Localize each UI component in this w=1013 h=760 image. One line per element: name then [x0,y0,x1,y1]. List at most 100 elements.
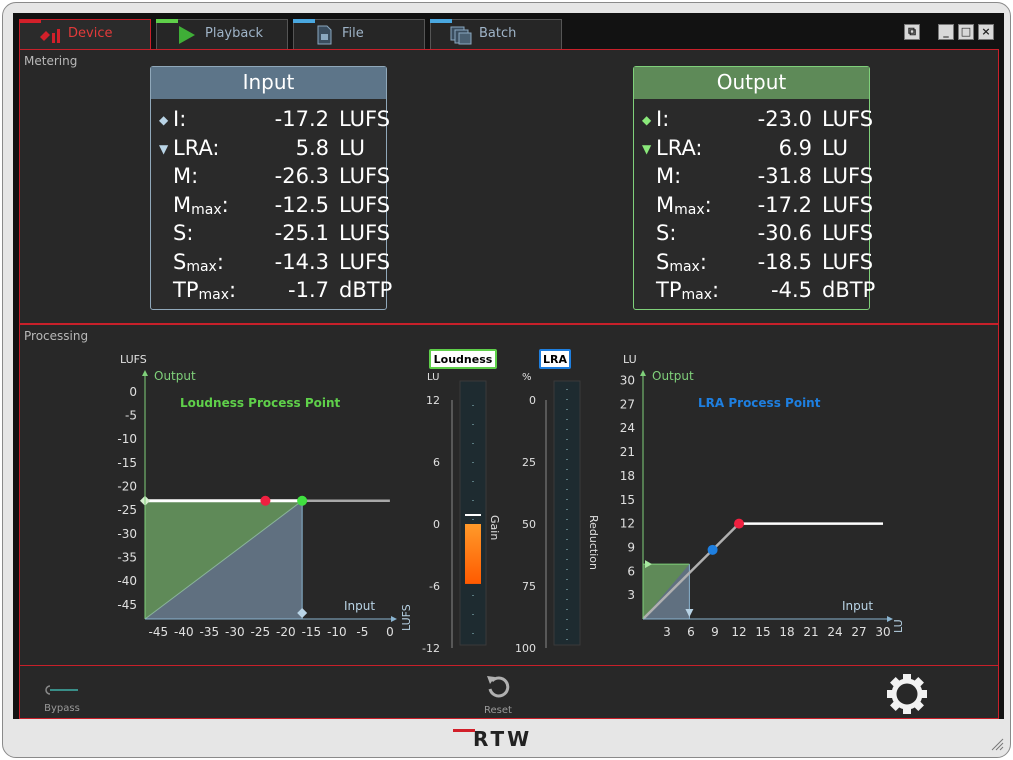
lra-meter-dot [566,529,568,530]
loudness-meter-dot [472,633,474,634]
minimize-button[interactable]: _ [938,24,954,40]
tab-playback[interactable]: Playback [156,19,288,49]
output-value: -30.6 [757,221,812,245]
window-frame: Device Playback File Batch ⧉ _ □ × Meter… [2,2,1011,758]
loudness-y-tick: -20 [117,480,137,494]
output-unit: LUFS [822,192,874,217]
lra-graph-title: LRA Process Point [698,396,821,410]
lra-x-tick: 3 [663,625,671,639]
lra-x-tick: 9 [711,625,719,639]
lra-meter-dot [566,409,568,410]
tab-playback-label: Playback [205,26,264,41]
loudness-meter-tick: -12 [422,642,440,655]
close-button[interactable]: × [978,24,994,40]
input-value: 5.8 [295,135,329,160]
tab-file-label: File [342,26,364,41]
bypass-button[interactable]: Bypass [34,666,90,720]
loudness-badge-label: Loudness [434,353,493,366]
lra-x-unit: LU [892,619,905,633]
lra-meter-dot [566,399,568,400]
loudness-x-ticks: -45 -40 -35 -30 -25 -20 -15 -10 -5 0 [149,625,394,639]
gear-icon [887,674,927,714]
lra-y-unit: LU [623,353,637,366]
lra-meter-dot [566,519,568,520]
loudness-meter-tick: 6 [433,456,440,469]
output-value: -23.0 [757,107,812,131]
lra-meter-dot [566,629,568,630]
output-key: Smax: [656,249,707,275]
lra-meter-unit: % [522,372,532,383]
lra-meter-dot [566,389,568,390]
loudness-meter-side-label: Gain [488,515,501,540]
output-value: -31.8 [757,164,812,188]
lra-y-ticks: 30 27 24 21 18 15 12 9 6 3 [620,374,635,603]
loudness-meter-dot [472,595,474,596]
loudness-process-point [297,495,308,506]
lra-red-point [734,518,744,529]
lra-x-ticks: 3 6 9 12 15 18 21 24 27 30 [663,625,890,639]
lra-meter-dot [566,439,568,440]
input-key: LRA: [173,135,220,160]
output-unit: LUFS [822,107,874,131]
output-meter-box: Output ◆ I: -23.0 LUFS ▼ LRA: 6.9 LU M: -31.8 LUFS… [633,66,875,310]
loudness-x-tick: 0 [386,625,394,639]
lra-meter-dot [566,509,568,510]
tab-device[interactable]: Device [19,19,151,49]
input-unit: LUFS [339,107,391,131]
metering-panel: Metering Input ◆ I: -17.2 LUFS ▼ LRA: 5.8 LU M: -… [19,49,999,324]
tab-file[interactable]: File [293,19,425,49]
processing-panel: Processing LUFS Output Loudness Process … [19,324,999,666]
lra-x-tick: 24 [827,625,842,639]
reset-icon [487,676,510,698]
loudness-graph-title: Loudness Process Point [180,396,341,410]
loudness-x-tick: -15 [302,625,322,639]
loudness-y-tick: -35 [117,551,137,565]
loudness-graph: LUFS Output Loudness Process Point 0 -5 -1… [117,353,413,639]
output-unit: LUFS [822,221,874,245]
loudness-meter-dot [472,405,474,406]
tab-batch-label: Batch [479,26,517,41]
resize-grip-icon[interactable] [988,735,1004,751]
settings-button[interactable] [882,666,932,720]
lra-y-tick: 3 [627,588,635,602]
reset-button[interactable]: Reset [470,666,526,720]
lra-x-axis-label: Input [842,599,873,613]
lra-y-tick: 30 [620,374,635,388]
loudness-y-tick: -15 [117,456,137,470]
lra-x-tick: 18 [779,625,794,639]
batch-icon [450,26,472,45]
loudness-meter-dot [472,424,474,425]
lra-meter-dot [566,609,568,610]
input-key: S: [173,221,194,245]
loudness-gain-bar [465,524,481,584]
lra-meter-dot [566,459,568,460]
output-key: Mmax: [656,192,712,218]
detach-button[interactable]: ⧉ [904,24,920,40]
loudness-y-ticks: 0 -5 -10 -15 -20 -25 -30 -35 -40 -45 [117,385,137,612]
lra-meter: LRA % 0 25 50 75 100 Reduction [515,349,600,655]
input-key: I: [173,107,187,131]
output-key: LRA: [656,135,703,160]
output-unit: LUFS [822,164,874,188]
lra-meter-dot [566,539,568,540]
loudness-meter-tick: 12 [426,394,440,407]
lra-x-tick: 27 [851,625,866,639]
tab-batch[interactable]: Batch [430,19,562,49]
loudness-x-unit: LUFS [400,604,413,631]
lra-y-tick: 18 [620,469,635,483]
lra-y-axis-label: Output [652,369,694,383]
output-marker-icon: ◆ [642,113,652,127]
loudness-y-tick: -45 [117,598,137,612]
file-icon [317,25,332,45]
input-unit: LUFS [339,221,391,245]
input-marker-icon: ◆ [159,113,169,127]
lra-meter-dot [566,559,568,560]
lra-meter-tick: 100 [515,642,536,655]
maximize-button[interactable]: □ [958,24,974,40]
lra-meter-dot [566,569,568,570]
lra-meter-dot [566,589,568,590]
loudness-y-tick: -40 [117,574,137,588]
loudness-x-tick: -45 [149,625,169,639]
rtw-logo: RTW [452,727,533,751]
lra-meter-dot [566,549,568,550]
